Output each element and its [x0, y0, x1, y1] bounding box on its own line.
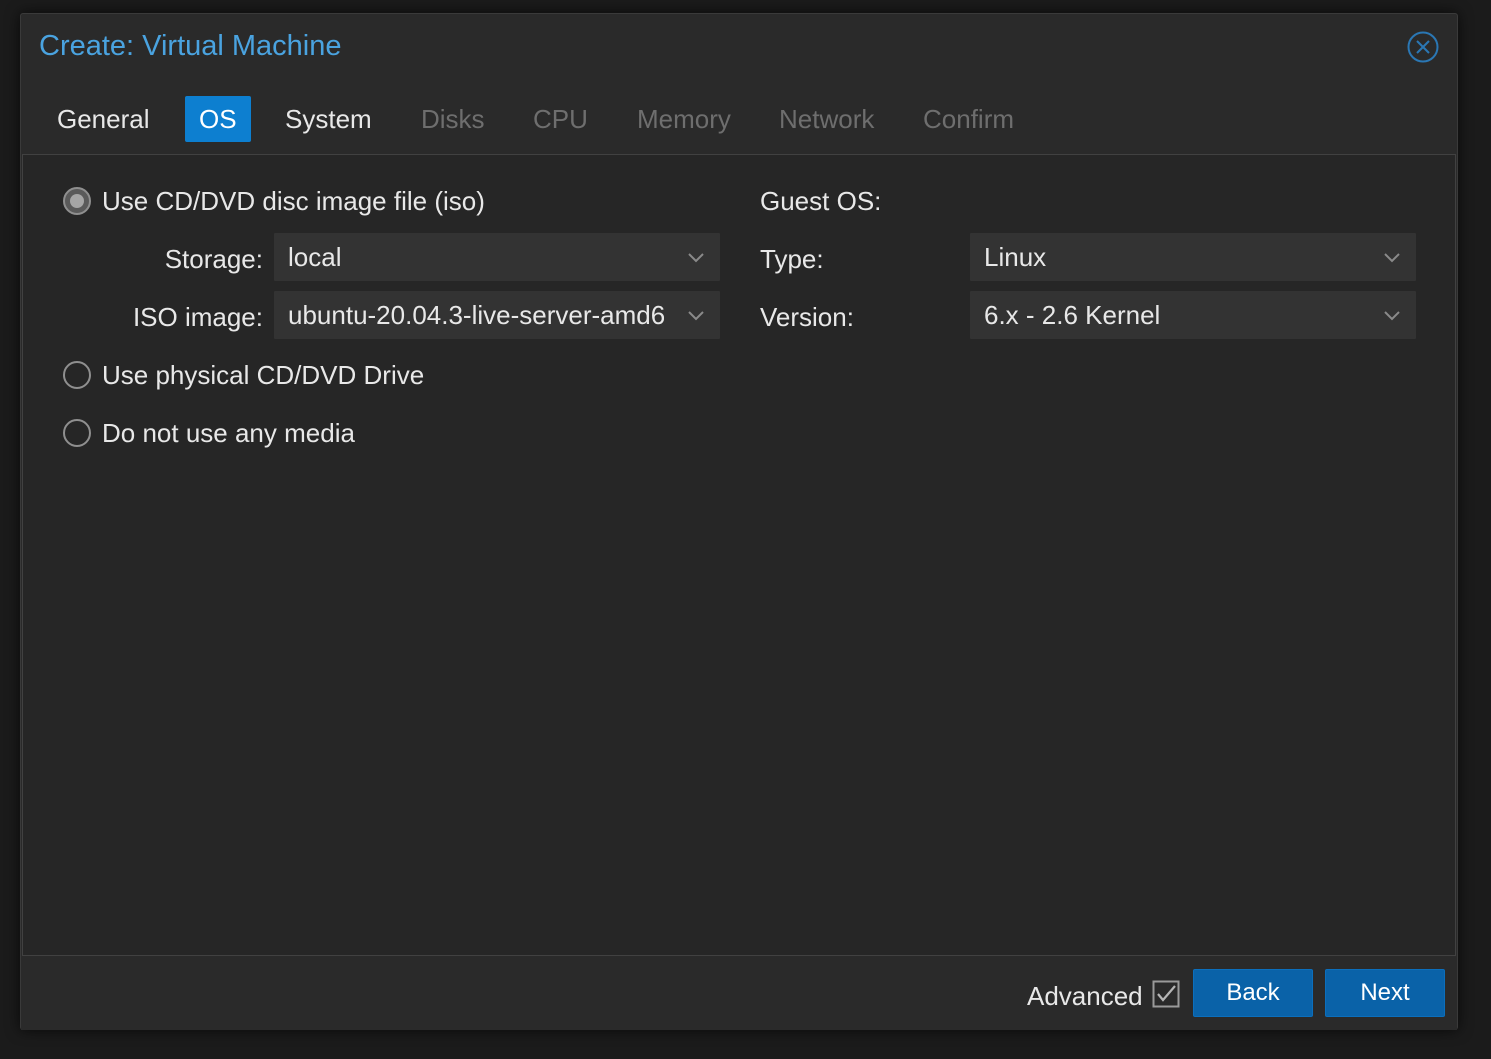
dialog-title: Create: Virtual Machine [39, 30, 342, 62]
radio-unchecked-icon[interactable] [63, 419, 91, 447]
version-label: Version: [760, 302, 854, 332]
create-vm-dialog: Create: Virtual Machine General OS Syste… [20, 13, 1458, 1030]
tab-memory: Memory [637, 104, 731, 134]
checkbox-checked-icon[interactable] [1152, 980, 1180, 1008]
os-version-value: 6.x - 2.6 Kernel [984, 300, 1161, 330]
tab-confirm: Confirm [923, 104, 1015, 134]
os-version-select[interactable]: 6.x - 2.6 Kernel [970, 291, 1416, 339]
iso-image-select[interactable]: ubuntu-20.04.3-live-server-amd6 [274, 291, 720, 339]
storage-select[interactable]: local [274, 233, 720, 281]
tab-network: Network [779, 104, 875, 134]
radio-no-media-label: Do not use any media [102, 417, 355, 448]
os-panel: Use CD/DVD disc image file (iso) Storage… [22, 154, 1456, 956]
storage-label: Storage: [164, 244, 263, 274]
close-icon[interactable] [1407, 31, 1439, 63]
guest-os-heading: Guest OS: [760, 186, 882, 216]
chevron-down-icon[interactable] [1382, 305, 1402, 325]
radio-unchecked-icon[interactable] [63, 361, 91, 389]
type-label: Type: [760, 244, 824, 274]
radio-use-iso-label: Use CD/DVD disc image file (iso) [102, 185, 485, 216]
tab-os[interactable]: OS [185, 96, 251, 142]
advanced-checkbox[interactable] [1152, 980, 1180, 1008]
radio-use-iso[interactable]: Use CD/DVD disc image file (iso) [63, 184, 485, 218]
os-type-select[interactable]: Linux [970, 233, 1416, 281]
storage-value: local [288, 242, 342, 272]
radio-physical-drive-label: Use physical CD/DVD Drive [102, 359, 425, 390]
tab-disks: Disks [421, 104, 485, 134]
radio-physical-drive[interactable]: Use physical CD/DVD Drive [63, 358, 424, 392]
tab-cpu: CPU [533, 104, 588, 134]
chevron-down-icon[interactable] [686, 247, 706, 267]
radio-checked-icon[interactable] [63, 187, 91, 215]
iso-image-value: ubuntu-20.04.3-live-server-amd6 [288, 300, 664, 330]
chevron-down-icon[interactable] [1382, 247, 1402, 267]
back-button[interactable]: Back [1193, 969, 1313, 1017]
os-type-value: Linux [984, 242, 1047, 272]
chevron-down-icon[interactable] [686, 305, 706, 325]
next-button[interactable]: Next [1325, 969, 1445, 1017]
tab-system[interactable]: System [271, 96, 386, 142]
radio-no-media[interactable]: Do not use any media [63, 416, 355, 450]
advanced-label: Advanced [1027, 981, 1143, 1011]
tab-general[interactable]: General [43, 96, 164, 142]
iso-image-label: ISO image: [132, 302, 263, 332]
